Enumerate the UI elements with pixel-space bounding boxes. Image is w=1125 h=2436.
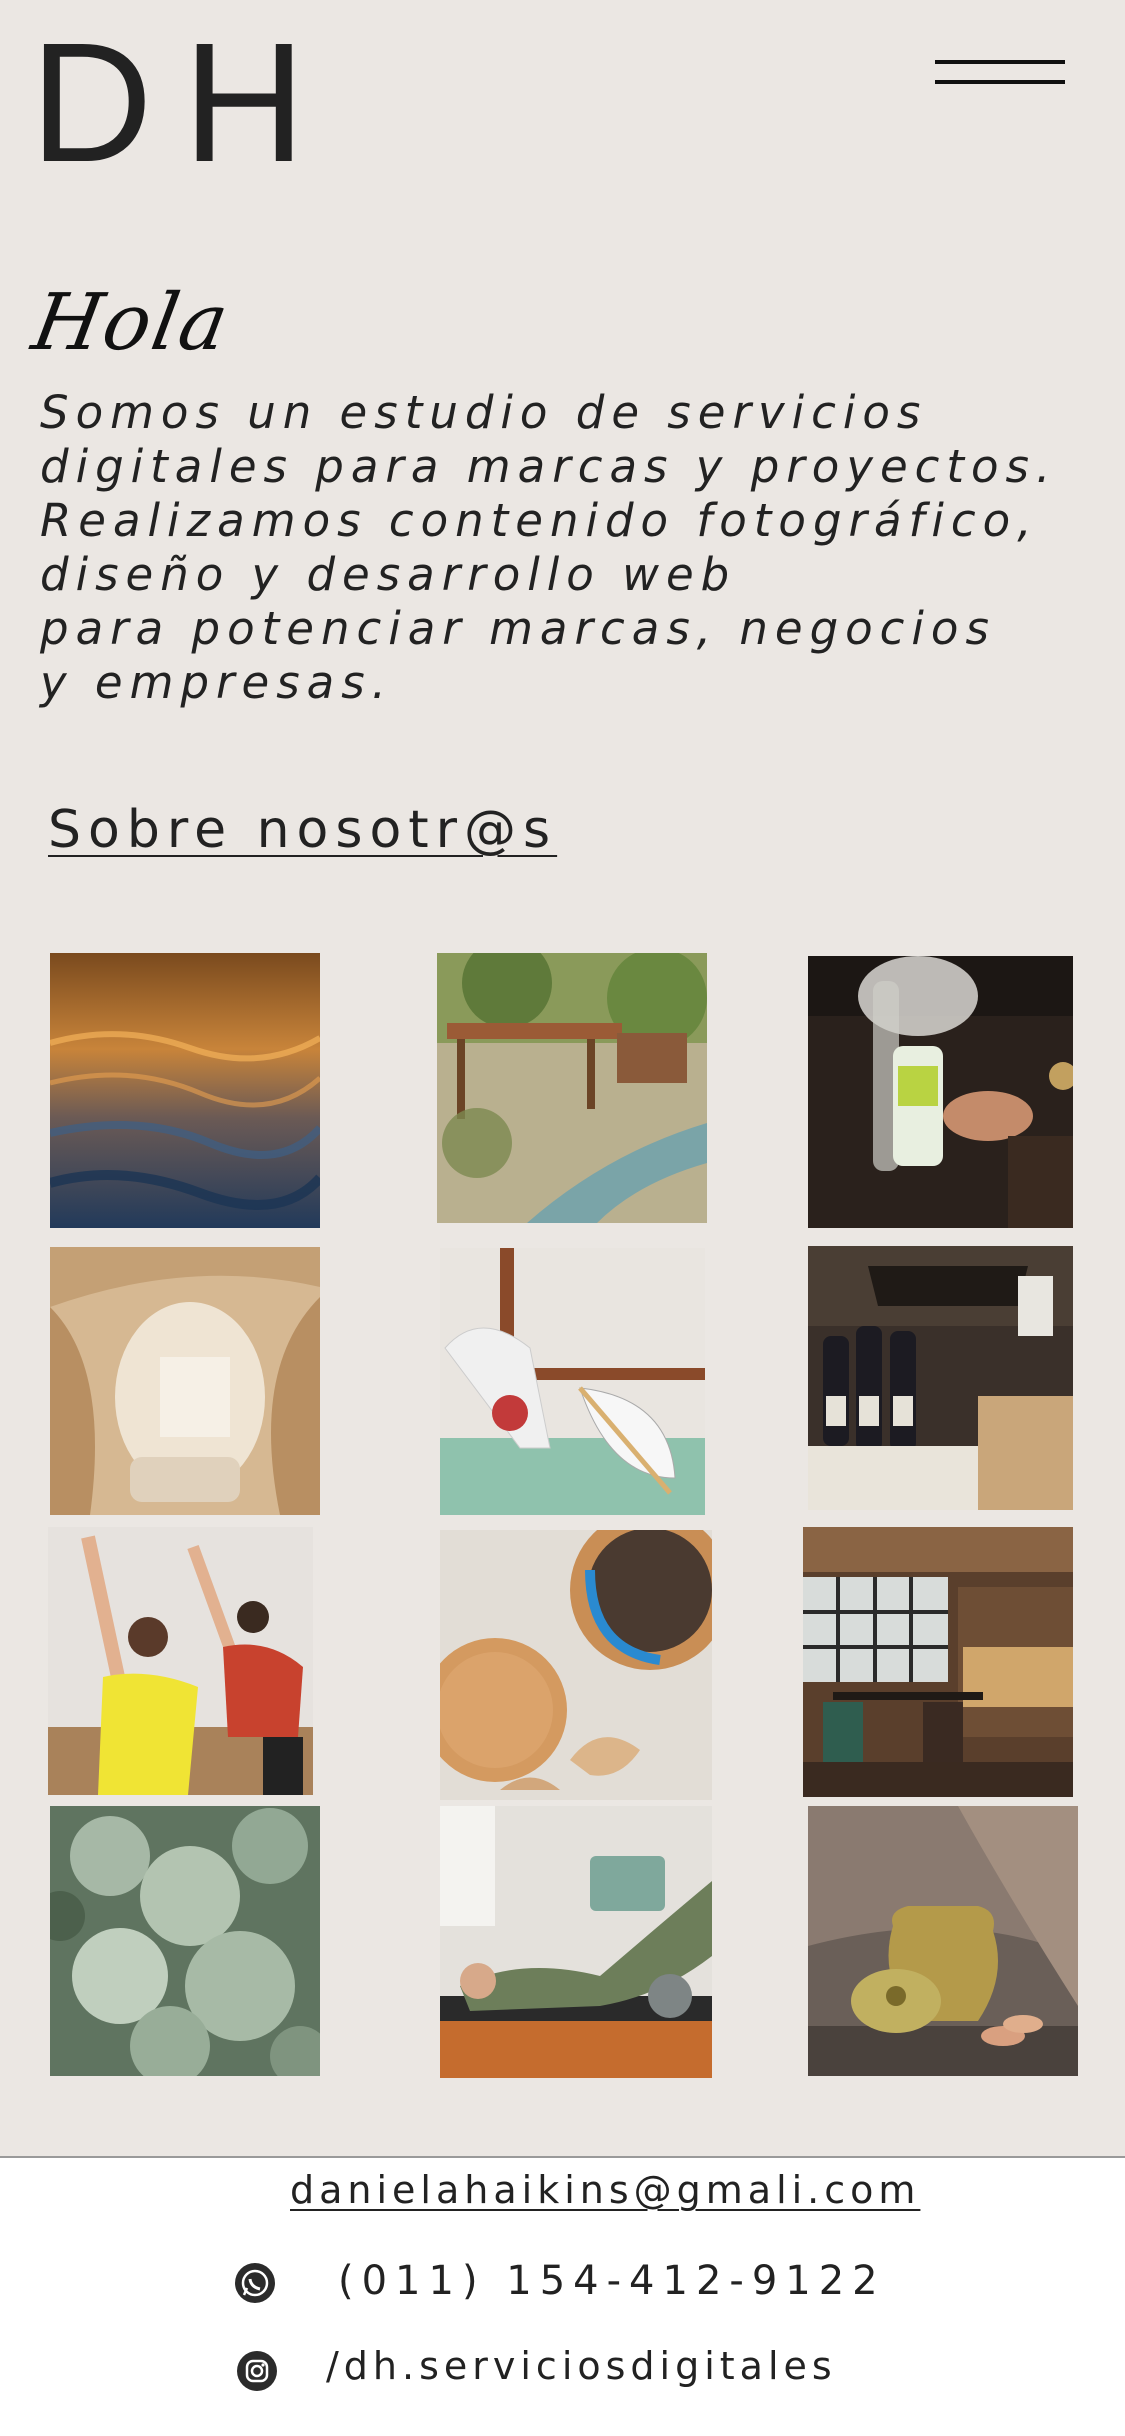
logo[interactable]: DH — [30, 18, 336, 188]
intro-line: diseño y desarrollo web — [40, 548, 737, 601]
hamburger-menu-icon[interactable] — [935, 58, 1065, 118]
intro-line: Somos un estudio de servicios — [40, 386, 928, 439]
instagram-handle[interactable]: /dh.serviciosdigitales — [326, 2344, 837, 2388]
menu-line — [935, 80, 1065, 84]
gallery-photo-ocean[interactable] — [50, 953, 320, 1228]
gallery-photo-lobby[interactable] — [50, 1247, 320, 1515]
greeting: Hola — [26, 278, 237, 368]
gallery-photo-dancer-fan[interactable] — [440, 1248, 705, 1515]
intro-line: digitales para marcas y proyectos. — [40, 440, 1058, 493]
gallery-photo-garden[interactable] — [437, 953, 707, 1223]
about-us-link[interactable]: Sobre nosotr@s — [48, 800, 557, 860]
intro-line: Realizamos contenido fotográfico, — [40, 494, 1039, 547]
phone-number[interactable]: (011) 154-412-9122 — [338, 2258, 886, 2304]
intro-line: para potenciar marcas, negocios — [40, 602, 996, 655]
intro-line: y empresas. — [40, 656, 393, 709]
menu-line — [935, 60, 1065, 64]
gallery-photo-dancers[interactable] — [48, 1527, 313, 1795]
gallery-photo-wine-pour[interactable] — [808, 956, 1073, 1228]
gallery-photo-wine-bottles[interactable] — [808, 1246, 1073, 1510]
gallery-photo-leaves[interactable] — [50, 1806, 320, 2076]
gallery-photo-ceramic-jar[interactable] — [808, 1806, 1078, 2076]
gallery-photo-pilates[interactable] — [440, 1806, 712, 2078]
intro-text: Somos un estudio de servicios digitales … — [40, 386, 1058, 710]
email-link[interactable]: danielahaikins@gmali.com — [290, 2168, 920, 2212]
instagram-icon[interactable] — [236, 2350, 278, 2392]
gallery-photo-ceramics[interactable] — [440, 1530, 712, 1800]
whatsapp-icon[interactable] — [234, 2262, 276, 2304]
gallery-photo-restaurant[interactable] — [803, 1527, 1073, 1797]
